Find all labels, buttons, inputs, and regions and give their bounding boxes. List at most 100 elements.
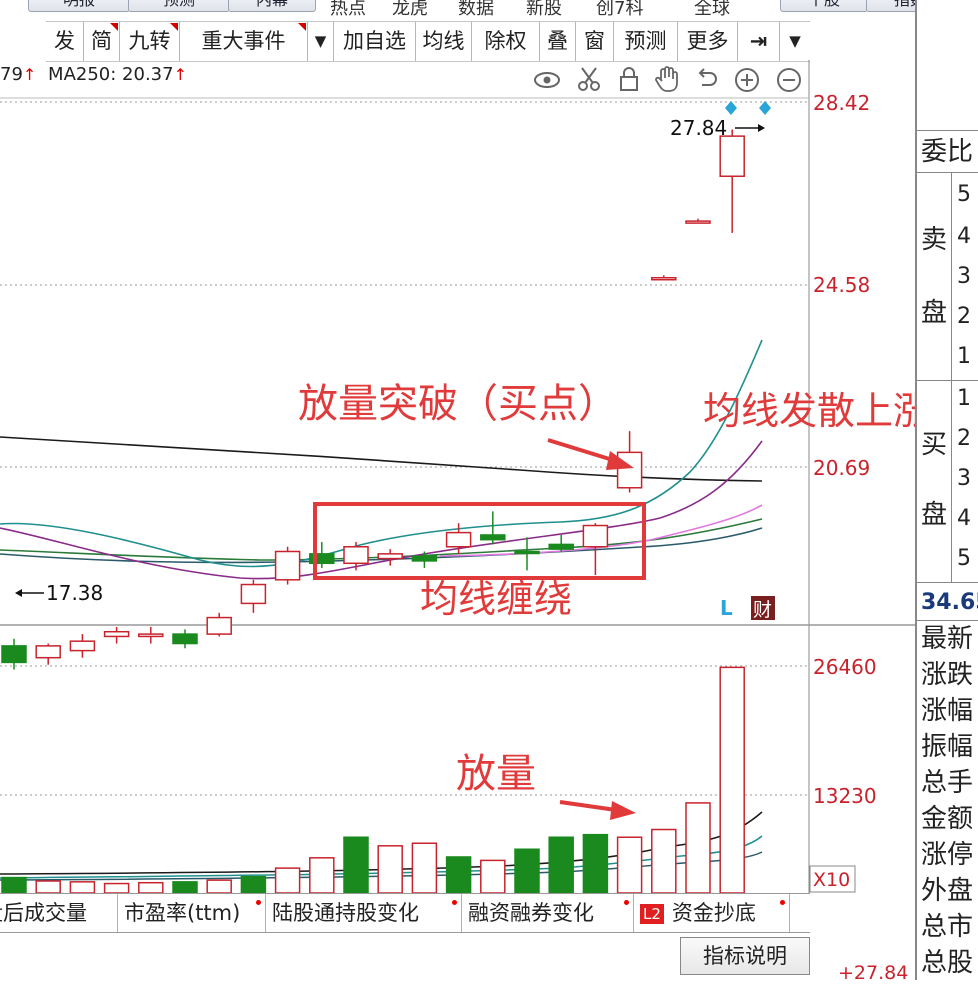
stat-amplitude: 振幅 — [921, 732, 974, 762]
sell-level-1: 1 — [957, 344, 971, 369]
top-button-insider[interactable]: 内幕 — [228, 0, 316, 12]
candle-body[interactable] — [103, 630, 130, 638]
stat-change-pct: 涨幅 — [921, 696, 974, 726]
toolbar-fa[interactable]: 发 — [46, 22, 84, 61]
volume-bar[interactable] — [616, 836, 643, 894]
sell-label-1: 卖 — [921, 225, 948, 255]
toolbar-events-dropdown[interactable]: ▼ — [308, 22, 334, 61]
candle-body[interactable] — [445, 531, 472, 548]
volume-bar[interactable] — [206, 879, 232, 894]
top-button-forecast[interactable]: 预测 — [128, 0, 230, 12]
high-price-arrowhead — [758, 124, 765, 132]
volume-bar[interactable] — [582, 833, 609, 894]
order-book-panel: 委比 卖 盘 5 4 3 2 1 买 盘 1 2 3 4 5 34.65 最新 … — [915, 0, 978, 980]
top-link-hot[interactable]: 热点 — [330, 0, 366, 20]
toolbar-exright[interactable]: 除权 — [472, 22, 540, 61]
candle-body[interactable] — [411, 555, 438, 562]
candle-body[interactable] — [719, 135, 745, 177]
stat-market-cap: 总市 — [921, 912, 974, 942]
volume-bar[interactable] — [651, 828, 677, 894]
ma-line-black — [0, 436, 763, 482]
tab-pe-ttm[interactable]: 市盈率(ttm) — [118, 894, 266, 932]
volume-bar[interactable] — [103, 882, 130, 894]
volume-bar[interactable] — [514, 848, 540, 894]
candle-body[interactable] — [172, 633, 198, 645]
ma-tangle-annotation: 均线缠绕 — [420, 577, 572, 621]
toolbar-major-events[interactable]: 重大事件 — [180, 22, 308, 61]
volume-series — [1, 666, 745, 894]
top-link-global[interactable]: 全球 — [694, 0, 730, 20]
tab-bottom-fishing[interactable]: L2 资金抄底 — [634, 894, 790, 932]
volume-bar[interactable] — [685, 802, 711, 894]
candle-body[interactable] — [343, 546, 369, 565]
candle-body[interactable] — [1, 645, 27, 664]
sell-level-3: 3 — [957, 264, 971, 289]
candle-body[interactable] — [274, 550, 301, 581]
volume-bar[interactable] — [548, 836, 574, 894]
toolbar-nine-turn[interactable]: 九转 — [120, 22, 180, 61]
toolbar-more[interactable]: 更多 — [678, 22, 738, 61]
volume-axis-label-mid: 13230 — [813, 784, 877, 808]
low-price-label: 17.38 — [46, 581, 103, 605]
stat-amount: 金额 — [921, 804, 974, 834]
volume-bar[interactable] — [35, 880, 61, 894]
candle-body[interactable] — [582, 524, 609, 548]
toolbar-simple[interactable]: 简 — [84, 22, 120, 61]
badge-l[interactable]: L — [720, 596, 733, 620]
buy-level-3: 3 — [957, 466, 971, 491]
toolbar-window[interactable]: 窗 — [576, 22, 614, 61]
tab-after-hours-volume[interactable]: 盘后成交量 — [0, 894, 118, 932]
volume-bar[interactable] — [377, 845, 403, 894]
toolbar-more-dropdown[interactable]: ▼ — [780, 22, 810, 61]
badge-cai[interactable]: 财 — [753, 599, 772, 621]
top-nav-strip: 明报 预测 内幕 热点 龙虎 数据 新股 创7科 全球 个股 指数 — [0, 0, 978, 20]
volume-bar[interactable] — [445, 856, 472, 894]
candle-body[interactable] — [138, 633, 164, 638]
candle-body[interactable] — [685, 220, 711, 224]
indicator-explain-button[interactable]: 指标说明 — [680, 937, 810, 975]
candle-body[interactable] — [35, 645, 61, 659]
top-link-star[interactable]: 创7科 — [596, 0, 643, 20]
volume-bar[interactable] — [274, 867, 301, 894]
top-button-news[interactable]: 明报 — [28, 0, 130, 12]
top-link-data[interactable]: 数据 — [458, 0, 494, 20]
volume-bar[interactable] — [1, 876, 27, 894]
candle-body[interactable] — [480, 534, 506, 541]
top-link-ipo[interactable]: 新股 — [526, 0, 562, 20]
tab-margin[interactable]: 融资融券变化 — [462, 894, 634, 932]
kline-chart[interactable]: 28.42 24.58 20.69 26460 13230 X10 放量突破（买… — [0, 60, 915, 895]
top-link-dragon[interactable]: 龙虎 — [392, 0, 428, 20]
volume-bar[interactable] — [172, 881, 198, 894]
toolbar-overlay[interactable]: 叠 — [540, 22, 576, 61]
sell-level-4: 4 — [957, 224, 971, 249]
candle-body[interactable] — [377, 553, 403, 560]
collapse-icon[interactable]: ⇥ — [738, 22, 780, 61]
volume-bar[interactable] — [719, 666, 745, 894]
volume-bar[interactable] — [309, 857, 335, 894]
volume-arrow — [559, 800, 636, 820]
toolbar-ma[interactable]: 均线 — [416, 22, 472, 61]
candle-body[interactable] — [206, 616, 232, 635]
event-marker-icon[interactable] — [759, 101, 771, 115]
volume-bar[interactable] — [240, 875, 267, 894]
volume-bar[interactable] — [411, 842, 438, 894]
volume-bar[interactable] — [343, 836, 369, 894]
candle-body[interactable] — [548, 543, 574, 550]
event-marker-icon[interactable] — [725, 101, 737, 115]
stat-total-shares: 总股 — [921, 948, 974, 978]
indicator-tabs: 盘后成交量 市盈率(ttm) 陆股通持股变化 融资融券变化 L2 资金抄底 — [0, 893, 810, 933]
toolbar-predict[interactable]: 预测 — [614, 22, 678, 61]
l2-badge: L2 — [640, 904, 664, 924]
breakout-annotation: 放量突破（买点） — [298, 381, 618, 427]
candle-body[interactable] — [616, 451, 643, 489]
tab-hk-connect[interactable]: 陆股通持股变化 — [266, 894, 462, 932]
candle-body[interactable] — [69, 640, 96, 652]
volume-bar[interactable] — [138, 881, 164, 894]
candle-body[interactable] — [514, 550, 540, 555]
candle-body[interactable] — [240, 583, 267, 605]
toolbar-add-watchlist[interactable]: 加自选 — [334, 22, 416, 61]
candle-body[interactable] — [651, 276, 677, 281]
volume-bar[interactable] — [69, 881, 96, 894]
volume-bar[interactable] — [480, 859, 506, 894]
top-button-stock[interactable]: 个股 — [780, 0, 868, 12]
